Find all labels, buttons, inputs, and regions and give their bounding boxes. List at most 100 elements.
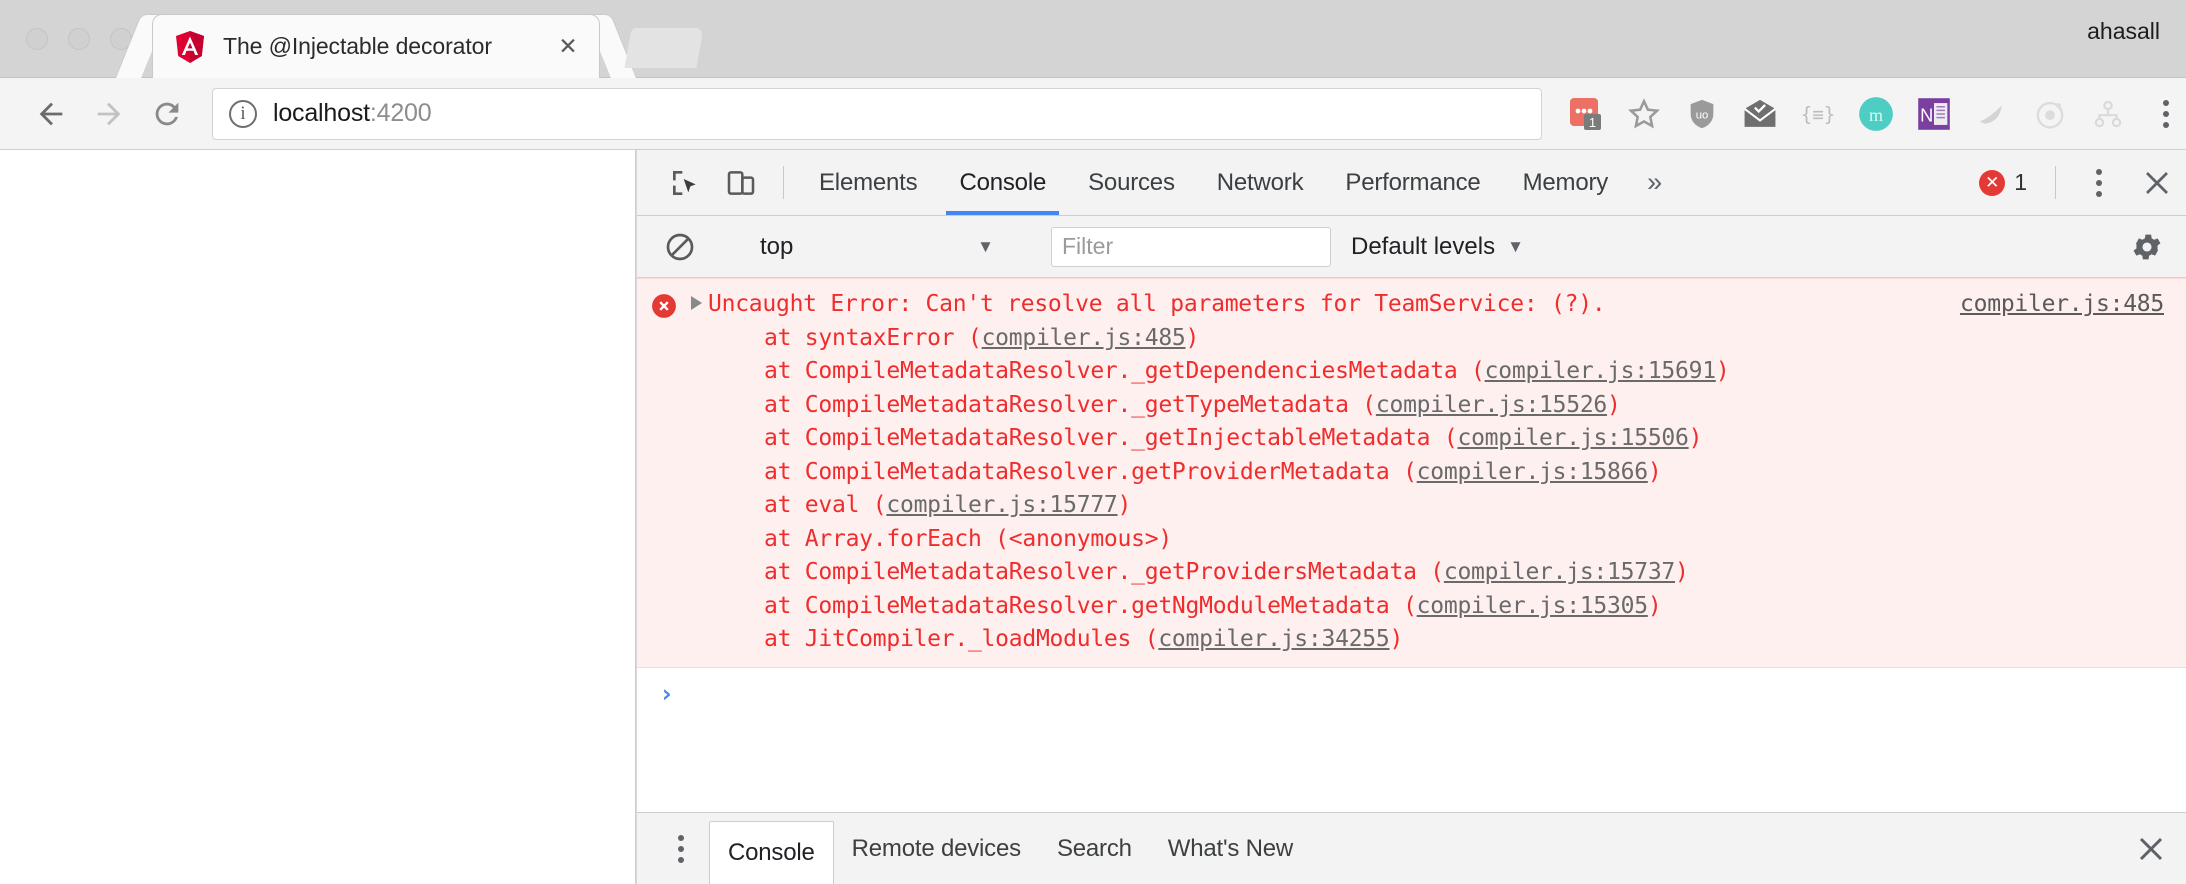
address-bar[interactable]: i localhost:4200 — [212, 87, 1542, 140]
svg-text:{≡}: {≡} — [1801, 102, 1836, 125]
drawer-tab-console[interactable]: Console — [709, 820, 834, 884]
devtools-tab-performance[interactable]: Performance — [1324, 150, 1501, 215]
stack-frame-tail: ) — [1688, 425, 1703, 451]
error-message-text: Uncaught Error: Can't resolve all parame… — [708, 291, 1606, 317]
browser-toolbar: i localhost:4200 1 uo {≡} m N — [0, 78, 2186, 150]
sitemap-icon[interactable] — [2088, 94, 2128, 134]
stack-frame-tail: ) — [1117, 492, 1132, 518]
json-formatter-icon[interactable]: {≡} — [1798, 94, 1838, 134]
stack-frame-link[interactable]: compiler.js:15526 — [1376, 392, 1607, 418]
back-button[interactable] — [28, 87, 74, 141]
devtools-tab-sources[interactable]: Sources — [1067, 150, 1196, 215]
onenote-icon[interactable]: N — [1914, 94, 1954, 134]
stack-frame-text: at JitCompiler._loadModules ( — [764, 626, 1159, 652]
console-filter-input[interactable] — [1051, 226, 1331, 267]
stack-frame-tail: ) — [1647, 592, 1662, 619]
stack-frame-tail: ) — [1389, 626, 1404, 652]
site-info-icon[interactable]: i — [229, 99, 257, 128]
tabbar-spacer — [1680, 150, 1979, 215]
close-devtools-icon[interactable] — [2128, 150, 2186, 215]
reload-button[interactable] — [144, 87, 190, 141]
stack-frame: at CompileMetadataResolver._getInjectabl… — [764, 422, 2186, 456]
browser-tab-active[interactable]: The @Injectable decorator ✕ — [152, 14, 600, 78]
gear-icon[interactable] — [2130, 230, 2164, 264]
url-host: localhost — [273, 99, 370, 127]
stack-frame: at CompileMetadataResolver._getDependenc… — [764, 355, 2186, 389]
stack-frame-text: at syntaxError ( — [764, 324, 982, 351]
evernote-leaf-icon[interactable] — [1972, 94, 2012, 134]
ublock-shield-icon[interactable]: uo — [1682, 94, 1722, 134]
devtools-settings-kebab-icon[interactable] — [2070, 150, 2128, 215]
close-drawer-icon[interactable] — [2116, 834, 2186, 864]
stack-frame: at CompileMetadataResolver._getProviders… — [764, 556, 2186, 590]
console-prompt-chevron-icon: › — [659, 679, 675, 708]
console-levels-label: Default levels — [1351, 232, 1496, 260]
stack-frame-tail: ) — [1647, 458, 1662, 485]
minimize-window-button[interactable] — [68, 28, 90, 50]
error-circle-icon: ✕ — [1979, 169, 2006, 196]
more-tabs-icon[interactable]: » — [1629, 150, 1680, 215]
stack-frame-link[interactable]: compiler.js:15691 — [1485, 358, 1716, 384]
stack-frame-link[interactable]: compiler.js:34255 — [1158, 626, 1389, 652]
error-source-link[interactable]: compiler.js:485 — [1960, 288, 2186, 322]
close-tab-button[interactable]: ✕ — [551, 30, 585, 64]
console-context-selector[interactable]: top ▼ — [738, 233, 1008, 261]
stack-frame: at CompileMetadataResolver.getNgModuleMe… — [764, 590, 2186, 624]
stack-frame-link[interactable]: compiler.js:15305 — [1417, 593, 1648, 619]
tabbar-divider-right — [2055, 166, 2056, 199]
console-prompt-input[interactable] — [686, 680, 2186, 707]
new-tab-button[interactable] — [624, 28, 704, 68]
stack-frame: at eval (compiler.js:15777) — [764, 489, 2186, 523]
devtools-tab-elements[interactable]: Elements — [798, 150, 938, 215]
device-toolbar-icon[interactable] — [713, 150, 769, 215]
todoist-extension-icon[interactable]: 1 — [1566, 94, 1606, 134]
toolbar-divider — [783, 166, 784, 199]
console-levels-selector[interactable]: Default levels ▼ — [1351, 233, 1524, 261]
stack-frame-link[interactable]: compiler.js:15866 — [1417, 459, 1648, 485]
console-error-message[interactable]: Uncaught Error: Can't resolve all parame… — [637, 278, 2186, 668]
browser-window: The @Injectable decorator ✕ ahasall i lo… — [0, 0, 2186, 884]
devtools-panel: Elements Console Sources Network Perform… — [637, 150, 2186, 884]
stack-frame: at CompileMetadataResolver.getProviderMe… — [764, 456, 2186, 490]
stack-frame-text: at Array.forEach (<anonymous>) — [764, 525, 1172, 552]
stack-frame-link[interactable]: compiler.js:15737 — [1444, 559, 1675, 585]
devtools-tab-network[interactable]: Network — [1196, 150, 1325, 215]
drawer-tab-search[interactable]: Search — [1039, 821, 1150, 877]
stack-frame-text: at CompileMetadataResolver.getNgModuleMe… — [764, 592, 1417, 619]
inspect-element-icon[interactable] — [657, 150, 713, 215]
drawer-tab-remote-devices[interactable]: Remote devices — [834, 821, 1039, 877]
window-controls[interactable] — [26, 28, 132, 50]
stack-frame-link[interactable]: compiler.js:485 — [982, 325, 1186, 351]
svg-text:m: m — [1869, 104, 1883, 124]
stack-frame-text: at CompileMetadataResolver._getProviders… — [764, 559, 1444, 585]
console-message-area[interactable]: Uncaught Error: Can't resolve all parame… — [637, 278, 2186, 812]
devtools-tab-console[interactable]: Console — [938, 150, 1067, 215]
momentum-circle-icon[interactable]: m — [1856, 94, 1896, 134]
error-circle-icon — [651, 293, 677, 319]
profile-name-label[interactable]: ahasall — [2087, 18, 2160, 45]
stack-frame-link[interactable]: compiler.js:15506 — [1457, 425, 1688, 451]
clear-console-icon[interactable] — [651, 231, 709, 263]
pocket-circle-icon[interactable] — [2030, 94, 2070, 134]
drawer-tab-whats-new[interactable]: What's New — [1150, 821, 1311, 877]
error-count-indicator[interactable]: ✕ 1 — [1979, 150, 2041, 215]
devtools-tab-memory[interactable]: Memory — [1502, 150, 1629, 215]
bookmark-star-icon[interactable] — [1624, 94, 1664, 134]
chrome-menu-kebab-icon[interactable] — [2146, 94, 2186, 134]
address-bar-url: localhost:4200 — [273, 99, 432, 128]
stack-frame-tail: ) — [1675, 559, 1689, 585]
svg-text:uo: uo — [1696, 109, 1709, 121]
stack-frame-tail: ) — [1715, 358, 1730, 384]
svg-text:N: N — [1920, 105, 1933, 125]
forward-button[interactable] — [86, 87, 132, 141]
mail-envelope-icon[interactable] — [1740, 94, 1780, 134]
stack-frame-tail: ) — [1607, 391, 1621, 418]
close-window-button[interactable] — [26, 28, 48, 50]
url-port: :4200 — [369, 99, 432, 127]
console-prompt-row[interactable]: › — [637, 668, 2186, 720]
tab-strip: The @Injectable decorator ✕ ahasall — [0, 0, 2186, 78]
collapsed-triangle-icon[interactable] — [691, 296, 702, 310]
error-stack-trace: at syntaxError (compiler.js:485) at Comp… — [637, 322, 2186, 657]
drawer-menu-kebab-icon[interactable] — [653, 834, 709, 863]
stack-frame-link[interactable]: compiler.js:15777 — [886, 492, 1117, 518]
